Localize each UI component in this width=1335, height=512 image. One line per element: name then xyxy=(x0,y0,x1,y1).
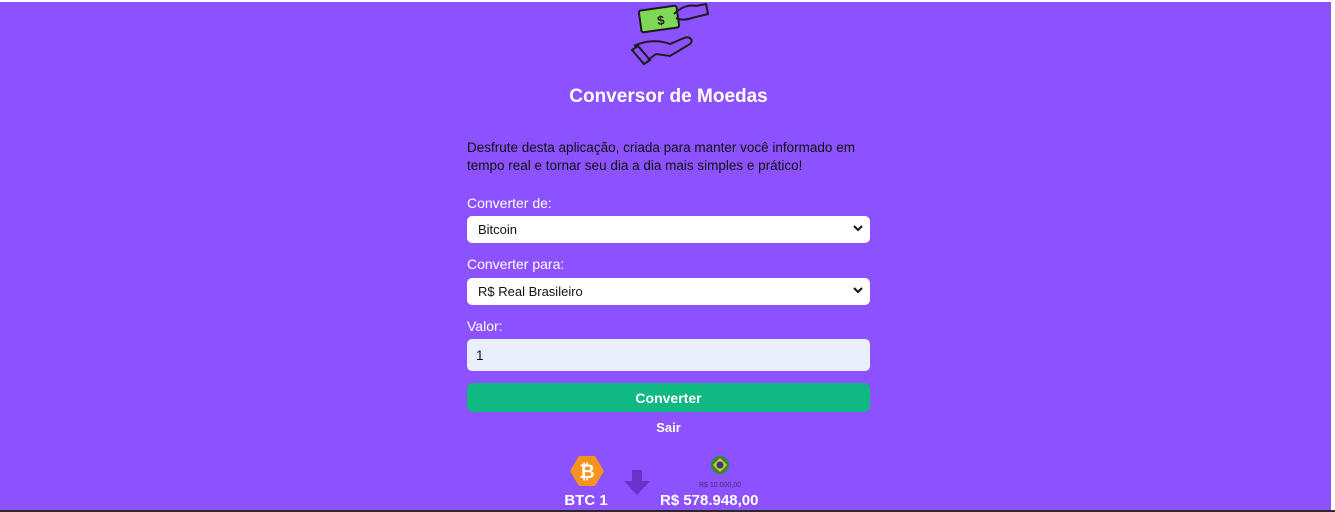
to-currency-result: R$ 578.948,00 xyxy=(660,492,759,509)
app-description: Desfrute desta aplicação, criada para ma… xyxy=(467,140,855,173)
bitcoin-icon: ₿ xyxy=(570,456,604,486)
to-currency-label: Converter para: xyxy=(467,256,565,272)
hand-money-illustration: $ xyxy=(630,2,710,66)
from-currency-result: BTC 1 xyxy=(564,492,608,509)
arrow-down-icon xyxy=(624,470,650,495)
from-currency-value: Bitcoin xyxy=(478,222,518,237)
from-currency-select[interactable]: Bitcoin xyxy=(467,216,870,243)
brazil-real-icon xyxy=(711,456,729,474)
to-currency-value: R$ Real Brasileiro xyxy=(478,284,583,299)
page-title: Conversor de Moedas xyxy=(569,86,768,107)
value-input[interactable]: 1 xyxy=(467,339,870,371)
to-currency-select[interactable]: R$ Real Brasileiro xyxy=(467,278,870,305)
value-input-text: 1 xyxy=(476,347,484,363)
real-note-label: R$ 10.000,00 xyxy=(698,482,742,489)
value-label: Valor: xyxy=(467,318,503,334)
from-currency-label: Converter de: xyxy=(467,195,552,211)
chevron-down-icon xyxy=(853,225,863,232)
chevron-down-icon xyxy=(853,287,863,294)
svg-text:₿: ₿ xyxy=(579,462,594,483)
window-right-border xyxy=(1331,0,1335,512)
convert-button[interactable]: Converter xyxy=(467,383,870,412)
exit-link[interactable]: Sair xyxy=(467,420,870,435)
